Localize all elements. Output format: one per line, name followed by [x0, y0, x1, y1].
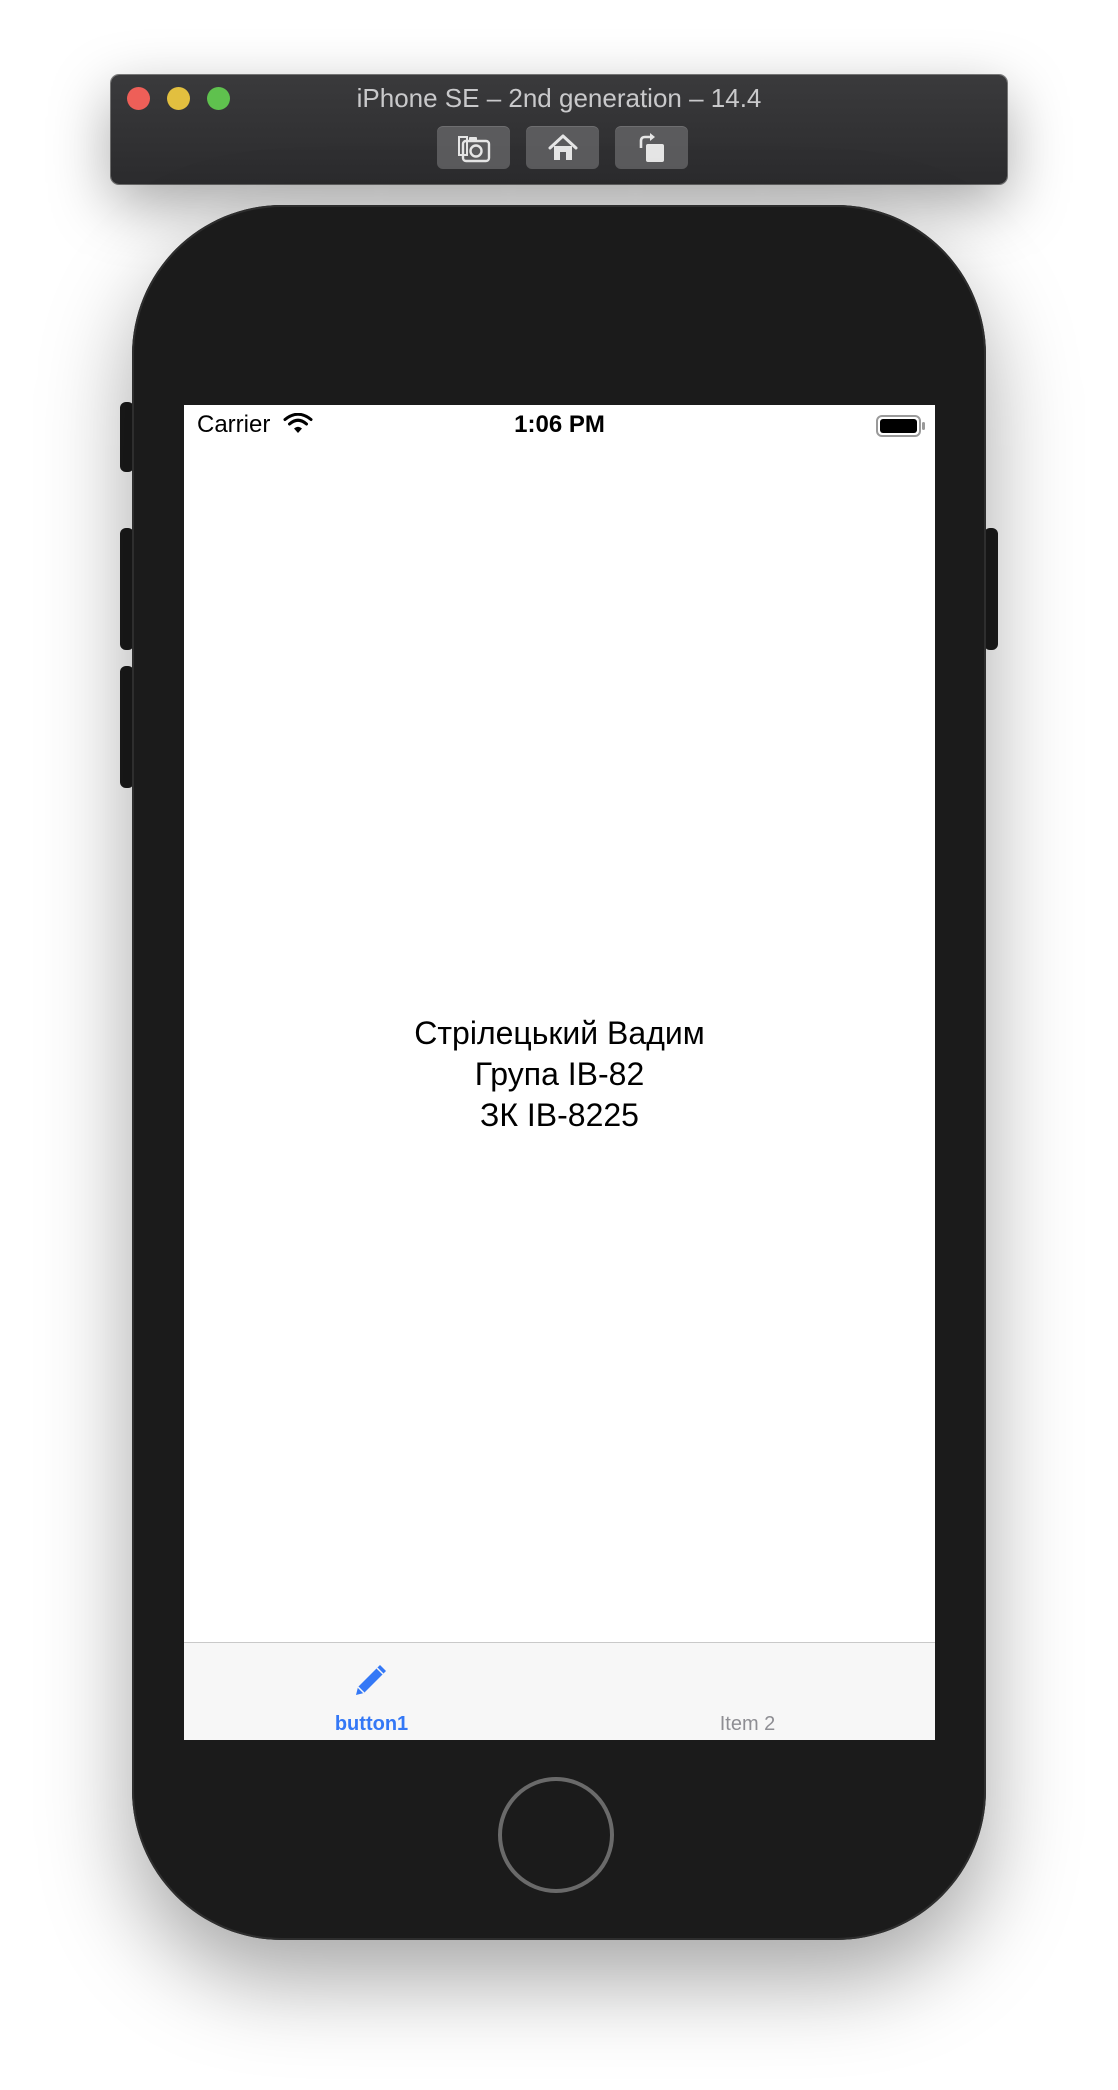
tab-label-button1: button1: [334, 1713, 409, 1735]
device-screen: Carrier 1:06 PM Стрілецький Вадим Група …: [184, 405, 935, 1740]
status-bar: Carrier 1:06 PM: [184, 405, 935, 449]
battery-icon: [876, 415, 925, 437]
simulator-stage: iPhone SE – 2nd generation – 14.4 Carrie…: [0, 0, 1118, 2090]
simulator-title: iPhone SE – 2nd generation – 14.4: [356, 83, 762, 113]
pencil-icon: [356, 1665, 386, 1695]
rotate-icon: [639, 132, 664, 162]
home-icon: [548, 134, 577, 160]
power-button: [984, 528, 998, 650]
student-name: Стрілецький Вадим: [414, 1015, 705, 1051]
tab-bar: button1 Item 2: [184, 1642, 935, 1740]
home-toolbar-button[interactable]: [526, 126, 599, 169]
rotate-button[interactable]: [615, 126, 688, 169]
device-home-button[interactable]: [498, 1777, 614, 1893]
tab-label-item-2: Item 2: [719, 1713, 776, 1735]
student-record-id: ЗК ІВ-8225: [480, 1097, 639, 1133]
tab-item-2[interactable]: Item 2: [560, 1643, 935, 1740]
status-time: 1:06 PM: [514, 411, 605, 438]
student-group: Група ІВ-82: [474, 1056, 645, 1092]
student-info: Стрілецький Вадим Група ІВ-82 ЗК ІВ-8225: [184, 1013, 935, 1136]
camera-icon: [457, 135, 490, 162]
tab-button1[interactable]: button1: [184, 1643, 559, 1740]
screenshot-button[interactable]: [437, 126, 510, 169]
simulator-toolbar: iPhone SE – 2nd generation – 14.4: [111, 75, 1007, 184]
